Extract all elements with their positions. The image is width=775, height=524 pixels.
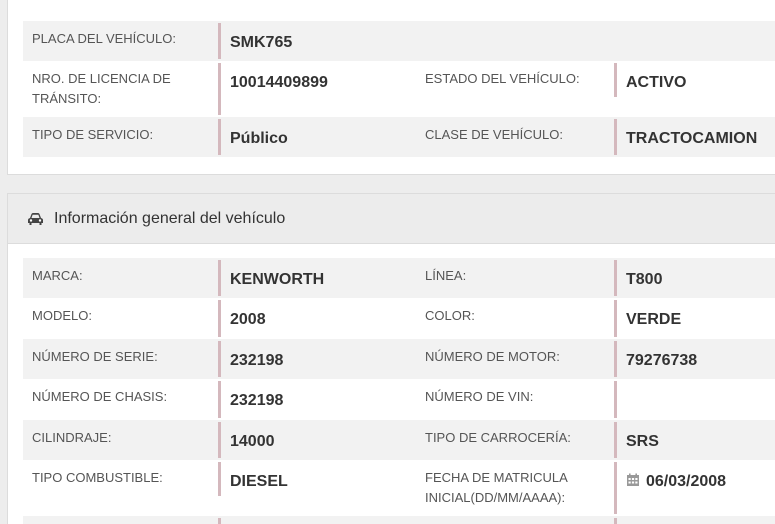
modelo-label: MODELO: — [32, 308, 92, 323]
table-row — [23, 516, 775, 524]
clase-label: CLASE DE VEHÍCULO: — [425, 127, 563, 142]
cilindraje-value: 14000 — [218, 422, 416, 458]
general-info-panel: Información general del vehículo MARCA: … — [7, 193, 775, 524]
vin-value — [614, 381, 775, 418]
servicio-value: Público — [218, 119, 416, 155]
linea-value: T800 — [614, 260, 775, 296]
servicio-label: TIPO DE SERVICIO: — [32, 127, 154, 142]
table-row: MARCA: KENWORTH LÍNEA: T800 — [23, 258, 775, 298]
chasis-label: NÚMERO DE CHASIS: — [32, 389, 168, 404]
vin-label: NÚMERO DE VIN: — [425, 389, 534, 404]
carroceria-value: SRS — [614, 422, 775, 458]
car-icon — [28, 212, 43, 225]
table-row: NÚMERO DE SERIE: 232198 NÚMERO DE MOTOR:… — [23, 339, 775, 379]
chasis-value: 232198 — [218, 381, 416, 418]
table-row: MODELO: 2008 COLOR: VERDE — [23, 298, 775, 339]
licencia-value: 10014409899 — [218, 63, 416, 115]
next-row-label-2 — [416, 516, 614, 524]
color-label: COLOR: — [425, 308, 475, 323]
clase-value: TRACTOCAMION — [614, 119, 775, 155]
row-licencia: NRO. DE LICENCIA DE TRÁNSITO: 1001440989… — [23, 61, 775, 117]
next-row-value — [218, 518, 416, 524]
fecha-matricula-label: FECHA DE MATRICULA INICIAL(DD/MM/AAAA): — [425, 470, 568, 505]
marca-value: KENWORTH — [218, 260, 416, 296]
carroceria-label: TIPO DE CARROCERÍA: — [425, 430, 571, 445]
modelo-value: 2008 — [218, 300, 416, 337]
serie-value: 232198 — [218, 341, 416, 377]
estado-value: ACTIVO — [614, 63, 775, 97]
motor-label: NÚMERO DE MOTOR: — [425, 349, 560, 364]
fecha-matricula-text: 06/03/2008 — [646, 473, 727, 490]
marca-label: MARCA: — [32, 268, 83, 283]
placa-value: SMK765 — [218, 23, 775, 59]
table-row: TIPO COMBUSTIBLE: DIESEL FECHA DE MATRIC… — [23, 460, 775, 516]
cilindraje-label: CILINDRAJE: — [32, 430, 112, 445]
next-row-label — [23, 516, 218, 524]
linea-label: LÍNEA: — [425, 268, 467, 283]
vehicle-registration-panel: PLACA DEL VEHÍCULO: SMK765 NRO. DE LICEN… — [7, 0, 775, 175]
table-row: NÚMERO DE CHASIS: 232198 NÚMERO DE VIN: — [23, 379, 775, 420]
licencia-label: NRO. DE LICENCIA DE TRÁNSITO: — [32, 71, 171, 106]
table-row: CILINDRAJE: 14000 TIPO DE CARROCERÍA: SR… — [23, 420, 775, 460]
estado-label: ESTADO DEL VEHÍCULO: — [425, 71, 580, 86]
row-servicio: TIPO DE SERVICIO: Público CLASE DE VEHÍC… — [23, 117, 775, 157]
color-value: VERDE — [614, 300, 775, 337]
calendar-icon — [627, 473, 639, 486]
row-placa: PLACA DEL VEHÍCULO: SMK765 — [23, 21, 775, 61]
placa-label: PLACA DEL VEHÍCULO: — [32, 31, 177, 46]
combustible-label: TIPO COMBUSTIBLE: — [32, 470, 163, 485]
fecha-matricula-value: 06/03/2008 — [614, 462, 775, 514]
general-info-title: Información general del vehículo — [54, 209, 286, 227]
next-row-value-2 — [614, 518, 775, 524]
motor-value: 79276738 — [614, 341, 775, 377]
serie-label: NÚMERO DE SERIE: — [32, 349, 158, 364]
general-info-heading[interactable]: Información general del vehículo — [8, 194, 775, 244]
combustible-value: DIESEL — [218, 462, 416, 496]
